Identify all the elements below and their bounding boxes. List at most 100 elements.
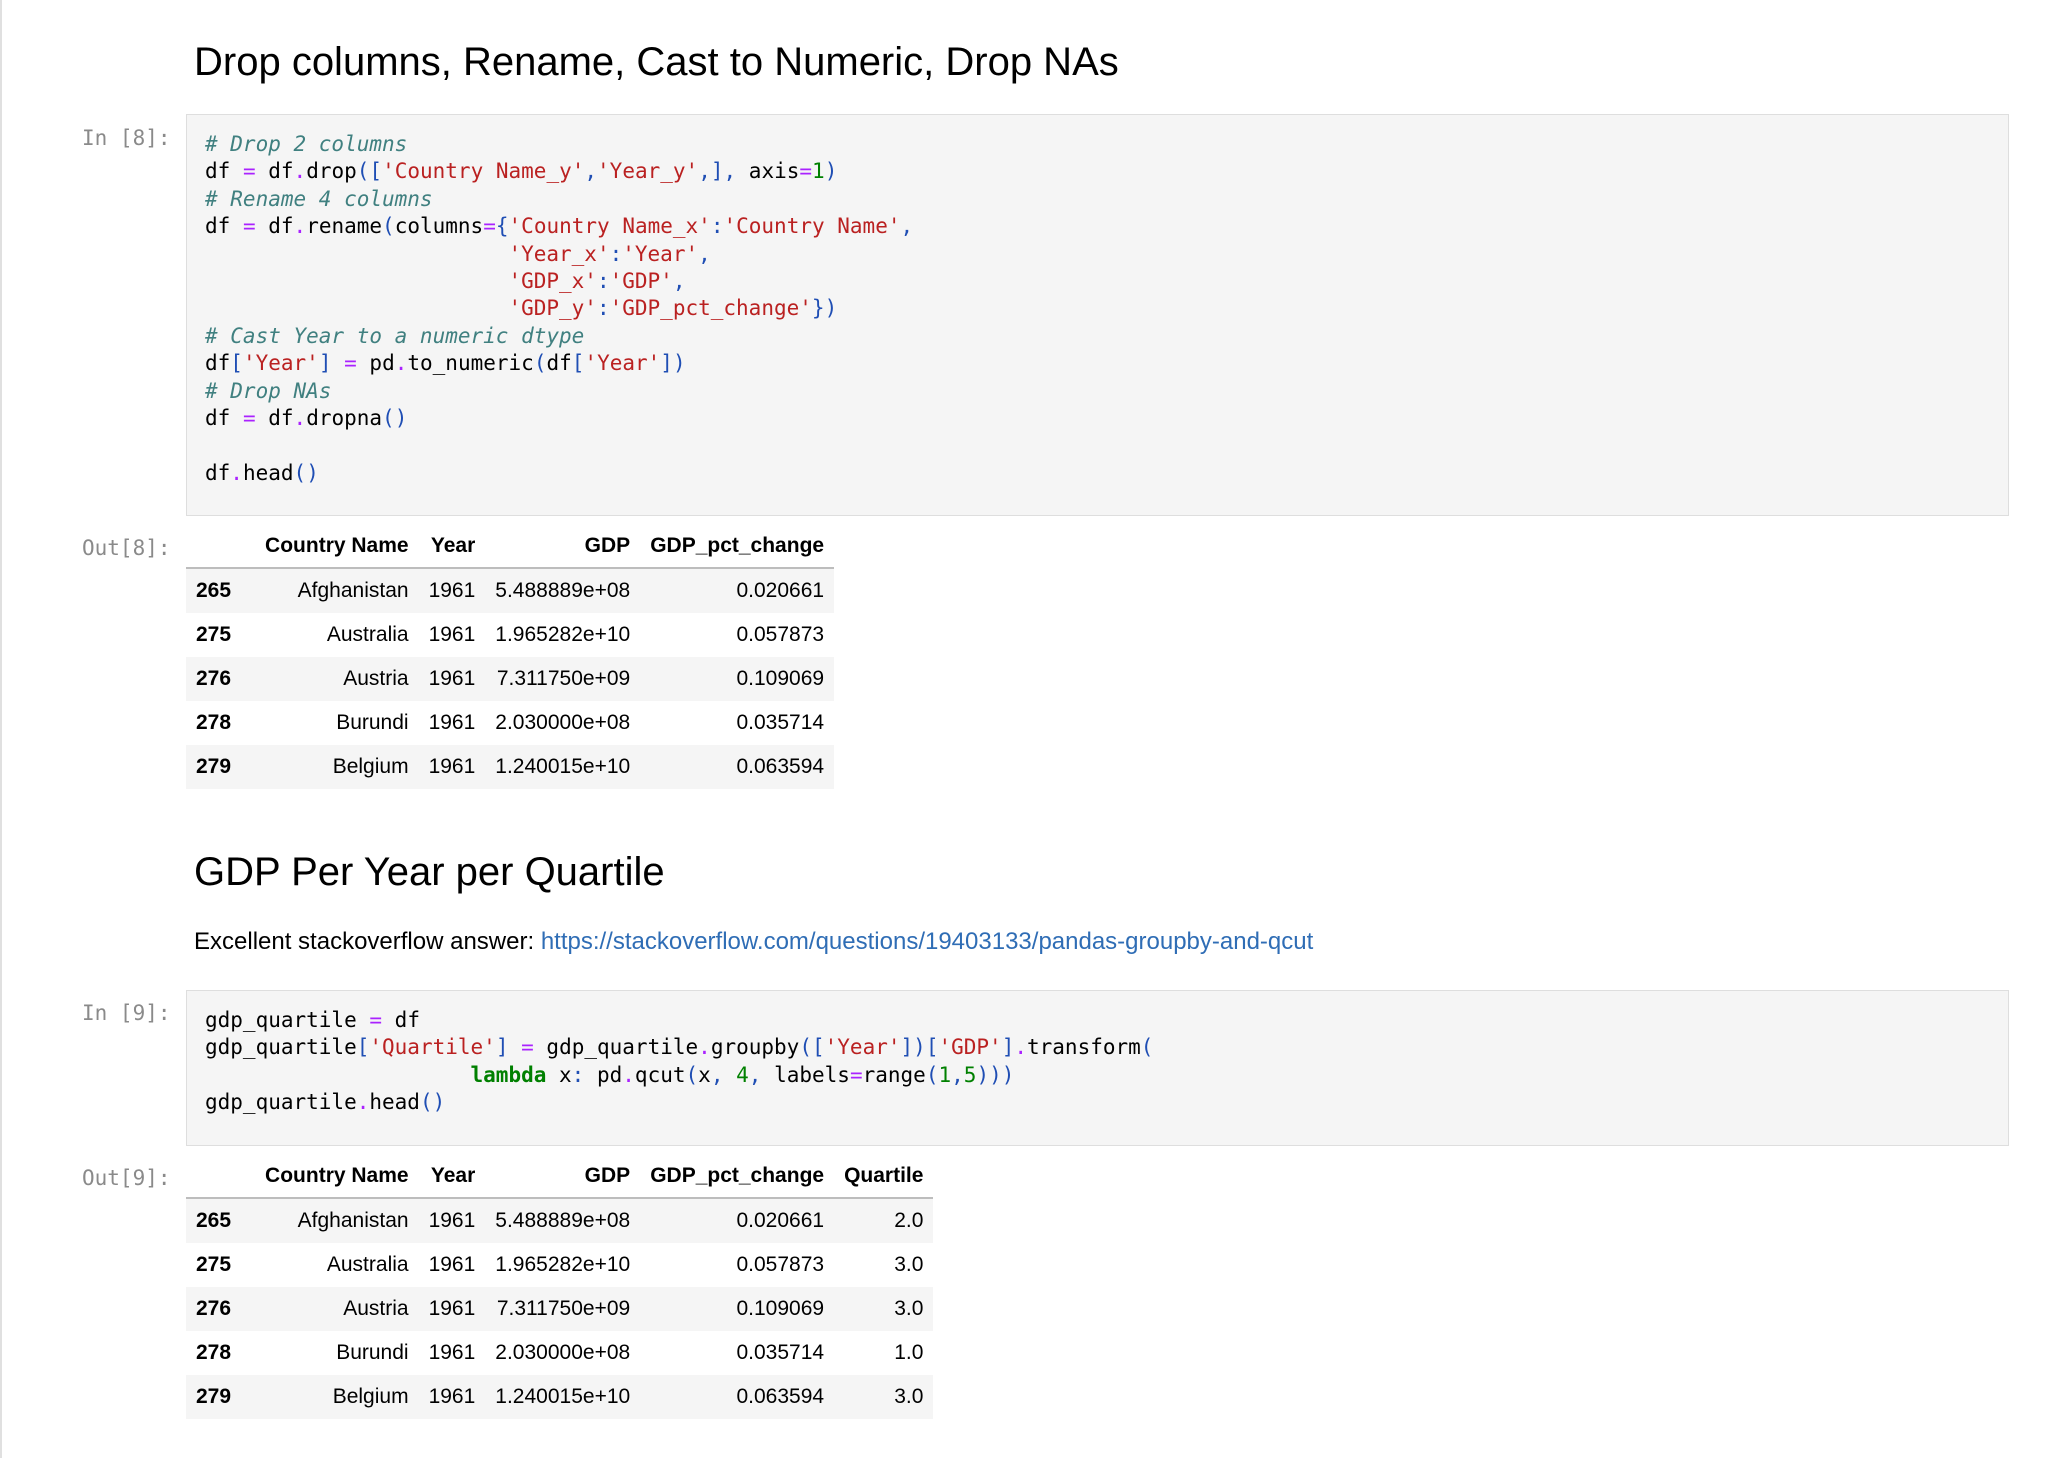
input-prompt-9: In [9]: [82, 1001, 171, 1025]
table-cell: Australia [326, 1253, 409, 1276]
code-editor-8[interactable]: # Drop 2 columns df = df.drop(['Country … [205, 131, 1990, 487]
column-header: Quartile [834, 1155, 934, 1199]
section-heading-drop-columns: Drop columns, Rename, Cast to Numeric, D… [194, 40, 1119, 84]
table-cell: 1961 [428, 623, 476, 646]
section-heading-gdp-quartile: GDP Per Year per Quartile [194, 850, 665, 894]
table-cell: 0.057873 [736, 623, 825, 646]
column-header: Year [418, 525, 486, 569]
column-header [186, 525, 256, 569]
code-editor-9[interactable]: gdp_quartile = df gdp_quartile['Quartile… [205, 1007, 1990, 1117]
table-row: 279 Belgium 1961 1.240015e+10 0.063594 3.0 [186, 1375, 934, 1419]
row-index: 265 [196, 579, 232, 602]
table-row: 275 Australia 1961 1.965282e+10 0.057873 3.0 [186, 1243, 934, 1287]
column-header: GDP [485, 1155, 641, 1199]
code-line: gdp_quartile['Quartile'] = gdp_quartile.… [205, 1035, 1154, 1060]
table-cell: 1961 [428, 579, 476, 602]
code-line: 'GDP_y':'GDP_pct_change'}) [508, 296, 838, 321]
table-cell: 1961 [428, 1253, 476, 1276]
row-index: 279 [196, 1385, 232, 1408]
table-cell: 1961 [428, 1341, 476, 1364]
table-row: 278 Burundi 1961 2.030000e+08 0.035714 1.0 [186, 1331, 934, 1375]
table-cell: 7.311750e+09 [496, 1297, 631, 1320]
code-line: 'GDP_x':'GDP', [508, 269, 686, 294]
code-line: df = df.drop(['Country Name_y','Year_y',… [205, 159, 838, 184]
table-cell: Burundi [336, 1341, 409, 1364]
code-line: lambda x: pd.qcut(x, 4, labels=range(1,5… [470, 1062, 1015, 1087]
row-index: 278 [196, 711, 232, 734]
code-line: # Cast Year to a numeric dtype [205, 323, 585, 348]
table-cell: 0.020661 [736, 1209, 825, 1232]
code-line: df = df.dropna() [205, 406, 408, 431]
table-cell: 0.109069 [736, 1297, 825, 1320]
table-cell: 0.020661 [736, 579, 825, 602]
table-cell: 1961 [428, 1209, 476, 1232]
table-cell: 3.0 [894, 1385, 924, 1408]
table-cell: 0.063594 [736, 1385, 825, 1408]
code-line: df = df.rename(columns={'Country Name_x'… [205, 214, 914, 239]
table-cell: 1961 [428, 755, 476, 778]
table-cell: 0.063594 [736, 755, 825, 778]
notebook-page: Drop columns, Rename, Cast to Numeric, D… [0, 0, 2048, 1458]
column-header [186, 1155, 256, 1199]
row-index: 279 [196, 755, 232, 778]
table-cell: Australia [326, 623, 409, 646]
code-line: # Drop 2 columns [205, 132, 408, 156]
table-cell: 1.0 [894, 1341, 924, 1364]
dataframe-output-8: Country Name Year GDP GDP_pct_change 265 Afg… [186, 525, 835, 789]
row-index: 276 [196, 1297, 232, 1320]
code-line: # Drop NAs [205, 378, 332, 403]
table-cell: Austria [343, 667, 409, 690]
code-cell-9[interactable]: gdp_quartile = df gdp_quartile['Quartile… [186, 990, 2009, 1146]
table-cell: 3.0 [894, 1253, 924, 1276]
table-cell: 1.965282e+10 [495, 1253, 631, 1276]
row-index: 276 [196, 667, 232, 690]
code-line: # Rename 4 columns [205, 186, 433, 211]
table-cell: 0.109069 [736, 667, 825, 690]
column-header: Year [418, 1155, 486, 1199]
table-cell: Afghanistan [297, 579, 409, 602]
table-row: 276 Austria 1961 7.311750e+09 0.109069 3.0 [186, 1287, 934, 1331]
table-cell: 1.965282e+10 [495, 623, 631, 646]
table-cell: 2.030000e+08 [495, 711, 631, 734]
code-line: 'Year_x':'Year', [508, 241, 711, 266]
table-cell: 1.240015e+10 [495, 755, 631, 778]
table-cell: Burundi [336, 711, 409, 734]
table-cell: 1.240015e+10 [495, 1385, 631, 1408]
table-row: 279 Belgium 1961 1.240015e+10 0.063594 [186, 745, 835, 789]
code-line: gdp_quartile = df [205, 1008, 420, 1032]
table-row: 276 Austria 1961 7.311750e+09 0.109069 [186, 657, 835, 701]
stackoverflow-link[interactable]: https://stackoverflow.com/questions/1940… [541, 928, 1313, 955]
input-prompt-8: In [8]: [82, 126, 171, 150]
column-header: GDP [485, 525, 641, 569]
code-cell-8[interactable]: # Drop 2 columns df = df.drop(['Country … [186, 114, 2009, 516]
table-cell: 1961 [428, 1297, 476, 1320]
table-cell: 5.488889e+08 [495, 579, 631, 602]
table-cell: 2.0 [894, 1209, 924, 1232]
table-cell: Austria [343, 1297, 409, 1320]
table-row: 275 Australia 1961 1.965282e+10 0.057873 [186, 613, 835, 657]
table-cell: Afghanistan [297, 1209, 409, 1232]
column-header: GDP_pct_change [640, 1155, 835, 1199]
row-index: 265 [196, 1209, 232, 1232]
table-row: 265 Afghanistan 1961 5.488889e+08 0.020661 2.… [186, 1198, 934, 1243]
table-cell: Belgium [332, 1385, 409, 1408]
table-row: 265 Afghanistan 1961 5.488889e+08 0.020661 [186, 568, 835, 613]
output-prompt-9: Out[9]: [82, 1166, 171, 1190]
table-cell: 5.488889e+08 [495, 1209, 631, 1232]
table-row: 278 Burundi 1961 2.030000e+08 0.035714 [186, 701, 835, 745]
table-cell: 2.030000e+08 [495, 1341, 631, 1364]
markdown-paragraph: Excellent stackoverflow answer: https://… [194, 926, 1313, 958]
column-header: GDP_pct_change [640, 525, 835, 569]
table-cell: 0.035714 [736, 711, 825, 734]
code-line: df.head() [205, 460, 319, 485]
table-cell: 1961 [428, 1385, 476, 1408]
table-cell: 0.035714 [736, 1341, 825, 1364]
table-cell: 1961 [428, 667, 476, 690]
row-index: 275 [196, 1253, 232, 1276]
table-cell: 7.311750e+09 [496, 667, 631, 690]
table-cell: 1961 [428, 711, 476, 734]
paragraph-text: Excellent stackoverflow answer: [194, 928, 541, 955]
row-index: 275 [196, 623, 232, 646]
table-cell: 3.0 [894, 1297, 924, 1320]
